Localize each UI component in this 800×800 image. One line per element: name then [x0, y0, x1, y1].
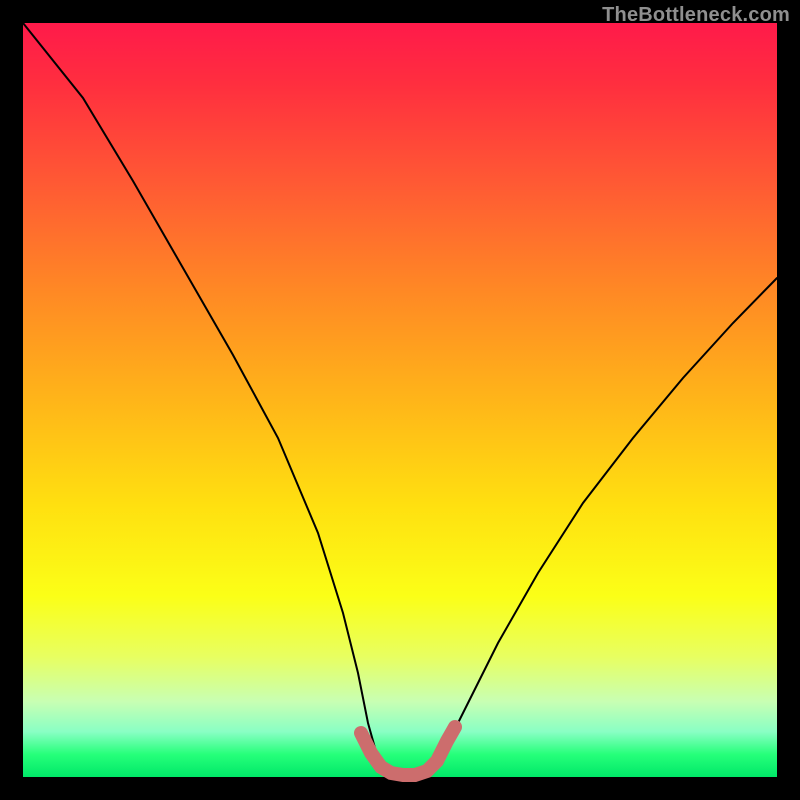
main-curve	[23, 23, 777, 776]
chart-stage: TheBottleneck.com	[0, 0, 800, 800]
floor-segment	[361, 727, 455, 775]
curve-overlay	[23, 23, 777, 777]
watermark-text: TheBottleneck.com	[602, 4, 790, 27]
